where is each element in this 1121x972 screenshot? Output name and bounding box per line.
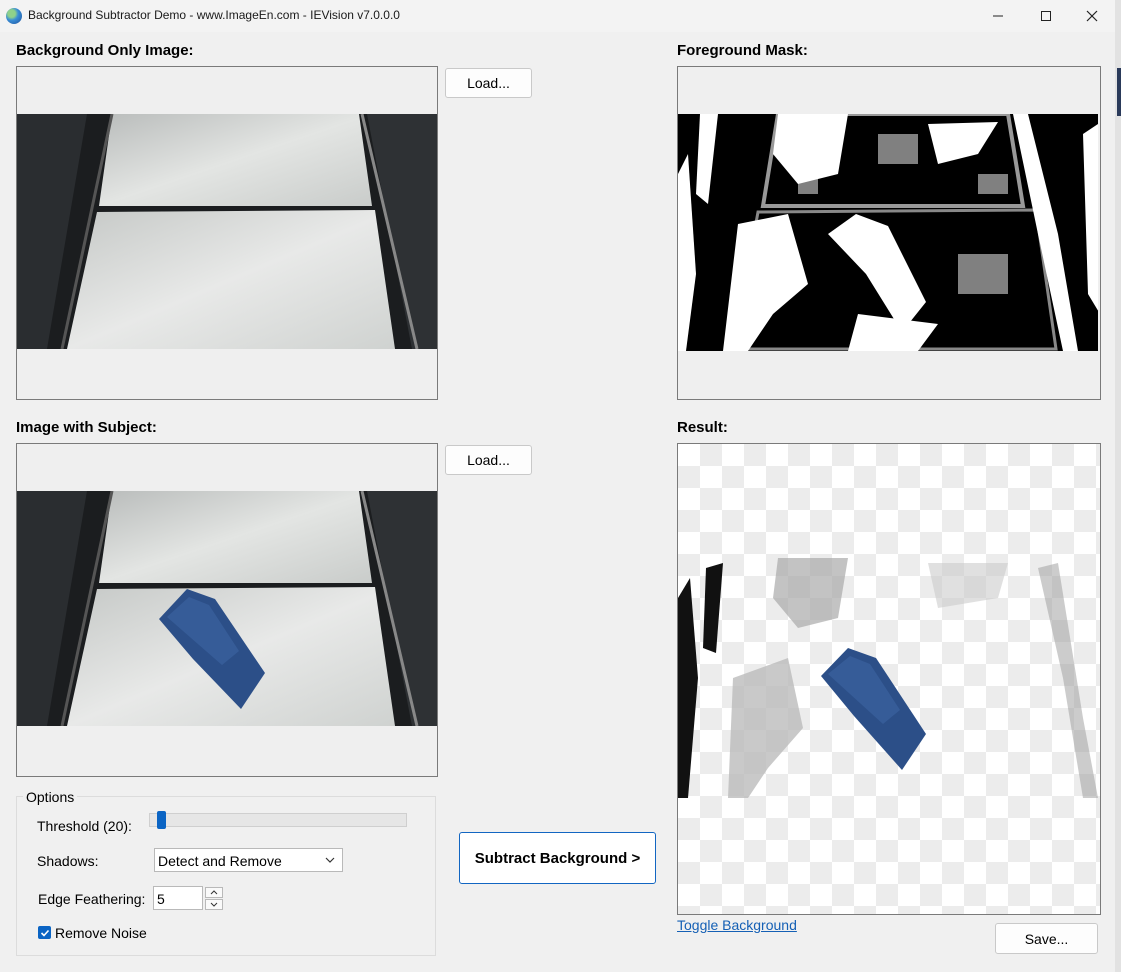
window-title: Background Subtractor Demo - www.ImageEn… [28, 8, 400, 22]
spin-down-button[interactable] [205, 899, 223, 910]
background-only-heading: Background Only Image: [16, 42, 194, 59]
image-with-subject [17, 491, 437, 726]
background-only-image-frame[interactable] [16, 66, 438, 400]
image-with-subject-heading: Image with Subject: [16, 419, 157, 436]
foreground-mask-heading: Foreground Mask: [677, 42, 808, 59]
load-subject-button[interactable]: Load... [445, 445, 532, 475]
remove-noise-label: Remove Noise [55, 925, 147, 941]
load-background-button[interactable]: Load... [445, 68, 532, 98]
title-bar: Background Subtractor Demo - www.ImageEn… [0, 0, 1115, 32]
threshold-slider-thumb[interactable] [157, 811, 166, 829]
close-button[interactable] [1069, 0, 1115, 32]
maximize-button[interactable] [1023, 0, 1069, 32]
minimize-button[interactable] [975, 0, 1021, 32]
shadows-select-value: Detect and Remove [158, 853, 282, 869]
toggle-background-link[interactable]: Toggle Background [677, 917, 797, 933]
result-heading: Result: [677, 419, 728, 436]
background-only-image [17, 114, 437, 349]
edge-feathering-input[interactable]: 5 [153, 886, 203, 910]
chevron-down-icon [325, 857, 335, 863]
background-window-edge [1115, 0, 1121, 972]
result-frame[interactable] [677, 443, 1101, 915]
foreground-mask-image [678, 114, 1098, 351]
result-image [678, 558, 1098, 798]
foreground-mask-frame[interactable] [677, 66, 1101, 400]
image-with-subject-frame[interactable] [16, 443, 438, 777]
subtract-background-button[interactable]: Subtract Background > [459, 832, 656, 884]
remove-noise-checkbox[interactable] [38, 926, 51, 939]
options-group-title: Options [23, 789, 78, 805]
shadows-label: Shadows: [37, 853, 99, 869]
shadows-select[interactable]: Detect and Remove [154, 848, 343, 872]
checkmark-icon [40, 929, 49, 937]
chevron-down-icon [210, 902, 218, 907]
threshold-label: Threshold (20): [37, 818, 132, 834]
edge-feathering-label: Edge Feathering: [38, 891, 146, 907]
chevron-up-icon [210, 890, 218, 895]
app-globe-icon [6, 8, 22, 24]
spin-up-button[interactable] [205, 887, 223, 898]
edge-feathering-value: 5 [157, 891, 165, 907]
threshold-slider-track[interactable] [149, 813, 407, 827]
save-button[interactable]: Save... [995, 923, 1098, 954]
